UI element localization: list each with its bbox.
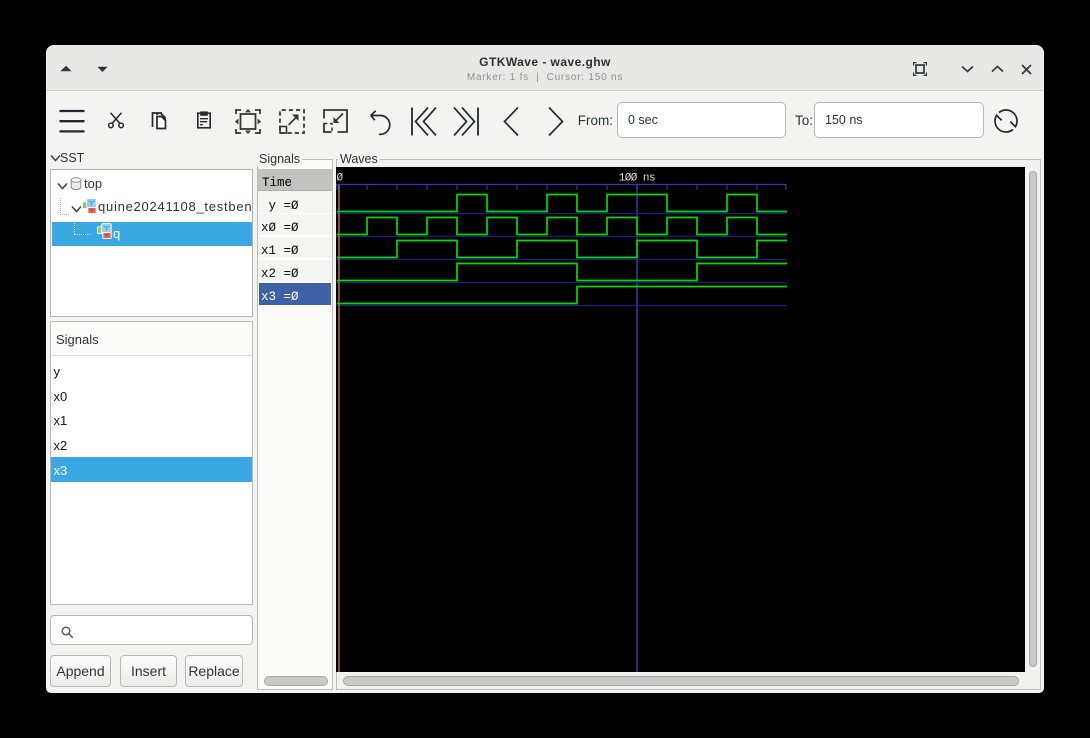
svg-text:1ØØ ns: 1ØØ ns: [619, 173, 655, 185]
svg-text:Ø: Ø: [337, 173, 344, 185]
